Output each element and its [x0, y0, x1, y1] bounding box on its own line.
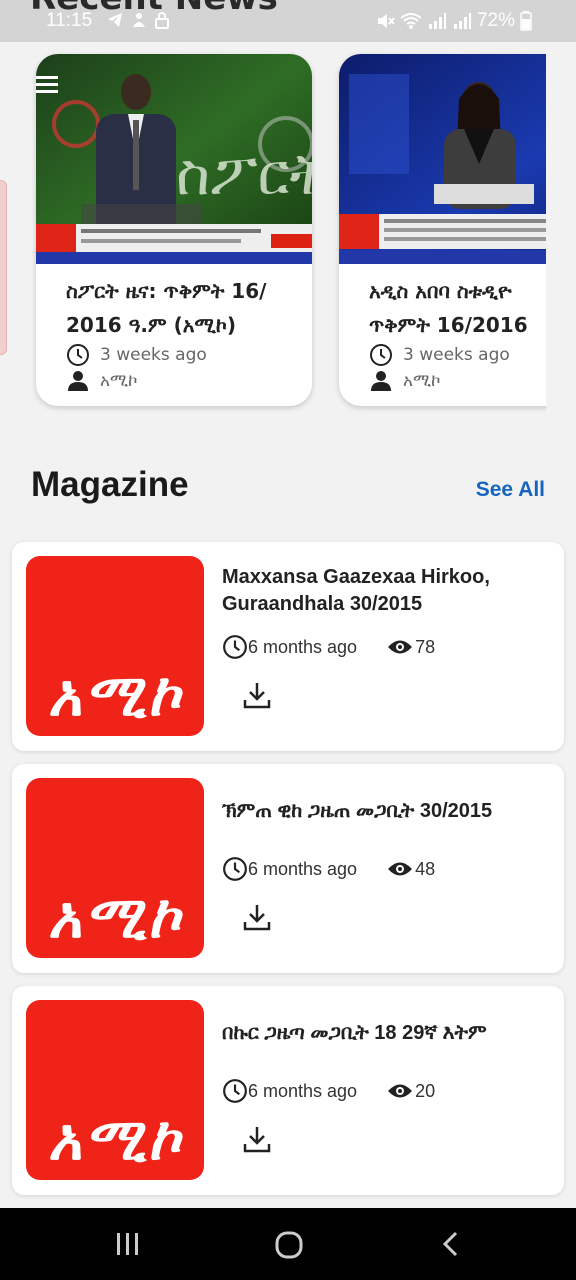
magazine-cover: አሚኮ	[26, 1000, 204, 1180]
clock-icon	[223, 857, 247, 881]
home-icon[interactable]	[274, 1230, 304, 1260]
app-notification-icon	[133, 13, 145, 27]
magazine-card[interactable]: አሚኮ ኽምጠ ዊከ ጋዜጠ መጋቢት 30/2015 6 months ago…	[12, 764, 564, 973]
news-thumbnail: ስፖርት	[36, 54, 312, 264]
status-icons-right: 72%	[375, 10, 532, 32]
eye-icon	[388, 640, 413, 654]
magazine-meta: 6 months ago 20	[222, 1078, 435, 1104]
person-icon	[371, 371, 391, 391]
news-thumbnail-image: ስፖርት	[36, 54, 312, 264]
system-nav-bar	[0, 1208, 576, 1280]
telegram-icon	[108, 13, 122, 27]
news-time-text: 3 weeks ago	[100, 345, 207, 365]
news-time-text: 3 weeks ago	[403, 345, 510, 365]
news-author: አሚኮ	[66, 370, 138, 392]
magazine-cover: አሚኮ	[26, 778, 204, 958]
magazine-time: 6 months ago	[248, 636, 358, 657]
clock-icon	[223, 635, 247, 659]
news-title[interactable]: አዲስ አበባ ስቱዲዮ ጥቅምት 16/2016	[369, 274, 546, 342]
magazine-cover: አሚኮ	[26, 556, 204, 736]
magazine-views-count: 48	[415, 858, 436, 879]
news-card[interactable]: አዲስ አበባ ስቱዲዮ ጥቅምት 16/2016 3 weeks ago አሚ…	[339, 54, 546, 406]
magazine-title[interactable]: በኩር ጋዜጣ መጋቢት 18 29ኛ እትም	[222, 1020, 552, 1047]
see-all-link[interactable]: See All	[476, 478, 545, 502]
person-icon	[68, 371, 88, 391]
magazine-time: 6 months ago	[248, 1080, 358, 1101]
clock-icon	[67, 344, 89, 366]
news-title[interactable]: ስፖርት ዜና: ጥቅምት 16/ 2016 ዓ.ም (አሚኮ)	[66, 274, 306, 342]
status-time: 11:15	[46, 10, 93, 31]
download-icon[interactable]	[242, 680, 272, 710]
status-bar: Recent News 11:15 72%	[0, 0, 576, 42]
magazine-section-title: Magazine	[31, 465, 189, 504]
lock-icon	[155, 12, 169, 29]
magazine-title[interactable]: Maxxansa Gaazexaa Hirkoo, Guraandhala 30…	[222, 564, 552, 618]
eye-icon	[388, 1084, 413, 1098]
eye-icon	[388, 862, 413, 876]
magazine-card[interactable]: አሚኮ Maxxansa Gaazexaa Hirkoo, Guraandhal…	[12, 542, 564, 751]
status-icons-left	[106, 11, 170, 29]
magazine-meta: 6 months ago 78	[222, 634, 435, 660]
news-thumbnail-image	[339, 54, 546, 264]
download-icon[interactable]	[242, 902, 272, 932]
magazine-views-count: 20	[415, 1080, 436, 1101]
recents-icon[interactable]	[114, 1230, 142, 1258]
news-author-text: አሚኮ	[403, 371, 441, 391]
amco-logo: አሚኮ	[48, 1105, 182, 1173]
magazine-views: 20	[387, 1081, 435, 1102]
news-time: 3 weeks ago	[66, 343, 207, 367]
magazine-time: 6 months ago	[248, 858, 358, 879]
mute-icon	[377, 14, 395, 28]
amco-logo: አሚኮ	[48, 661, 182, 729]
news-thumbnail	[339, 54, 546, 264]
magazine-views: 78	[387, 637, 435, 658]
recent-news-carousel[interactable]: ስፖርት ስፖርት ዜና: ጥቅምት 16/ 2016 ዓ.ም (አሚኮ) 3 …	[0, 42, 546, 422]
magazine-title[interactable]: ኽምጠ ዊከ ጋዜጠ መጋቢት 30/2015	[222, 798, 552, 825]
magazine-card[interactable]: አሚኮ በኩር ጋዜጣ መጋቢት 18 29ኛ እትም 6 months ago…	[12, 986, 564, 1195]
magazine-meta: 6 months ago 48	[222, 856, 435, 882]
magazine-views: 48	[387, 859, 435, 880]
news-time: 3 weeks ago	[369, 343, 510, 367]
wifi-icon	[400, 13, 422, 29]
magazine-views-count: 78	[415, 636, 436, 657]
signal-icon	[428, 13, 446, 29]
news-card[interactable]: ስፖርት ስፖርት ዜና: ጥቅምት 16/ 2016 ዓ.ም (አሚኮ) 3 …	[36, 54, 312, 406]
menu-icon[interactable]	[36, 74, 58, 94]
signal-icon-2	[453, 13, 471, 29]
download-icon[interactable]	[242, 1124, 272, 1154]
battery-percent: 72%	[476, 10, 515, 31]
news-author-text: አሚኮ	[100, 371, 138, 391]
back-icon[interactable]	[438, 1230, 464, 1258]
news-author: አሚኮ	[369, 370, 441, 392]
thumb-overlay-text: ስፖርት	[176, 140, 312, 208]
amco-logo: አሚኮ	[48, 883, 182, 951]
clock-icon	[223, 1079, 247, 1103]
battery-icon	[520, 11, 532, 31]
clock-icon	[370, 344, 392, 366]
